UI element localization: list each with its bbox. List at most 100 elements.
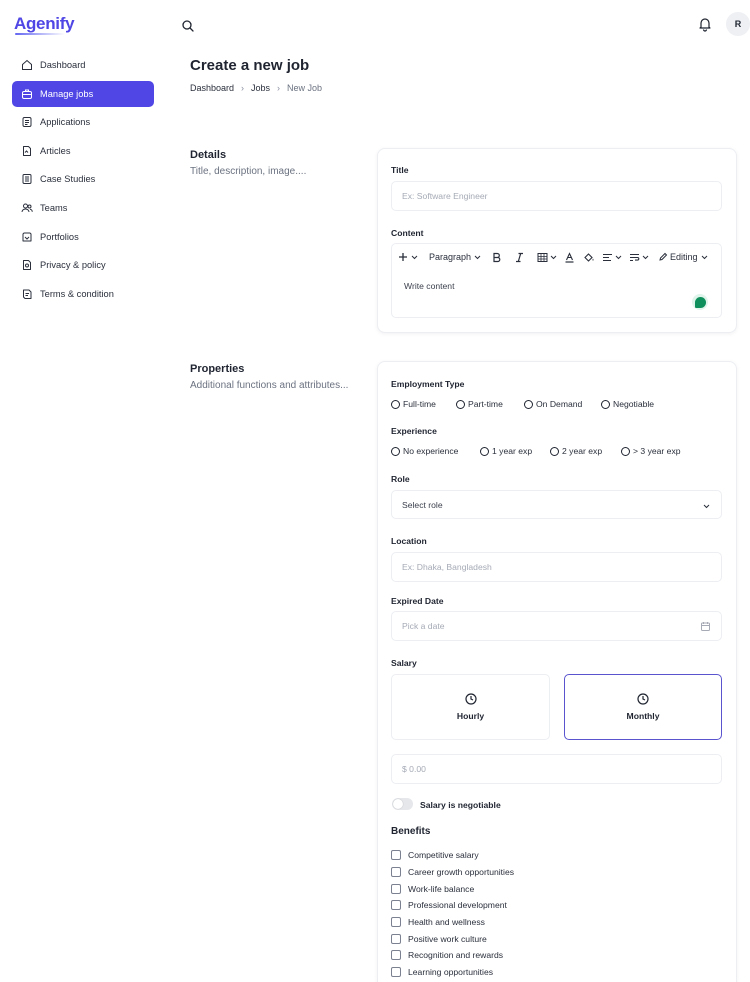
radio-circle-icon <box>621 446 630 456</box>
home-icon <box>22 59 32 70</box>
sidebar-item-applications[interactable]: Applications <box>12 109 154 135</box>
calendar-icon <box>701 622 710 631</box>
toggle-knob <box>393 799 403 809</box>
benefits-heading: Benefits <box>391 826 431 837</box>
radio-no-experience[interactable]: No experience <box>391 446 458 456</box>
chat-bubble-icon[interactable] <box>692 294 708 310</box>
plus-icon <box>399 253 407 261</box>
title-input[interactable]: Ex: Software Engineer <box>391 181 722 211</box>
salary-hourly-option[interactable]: Hourly <box>391 674 550 740</box>
benefit-checkbox[interactable]: Work-life balance <box>391 880 514 897</box>
role-label: Role <box>391 474 410 484</box>
sidebar-item-label: Teams <box>40 202 68 213</box>
details-subheading: Title, description, image.... <box>190 166 307 177</box>
sidebar-item-teams[interactable]: Teams <box>12 195 154 221</box>
radio-circle-icon <box>391 399 400 409</box>
clock-icon <box>464 693 477 705</box>
checkbox-icon <box>391 950 401 961</box>
chevron-right-icon: › <box>241 83 245 93</box>
align-left-icon <box>603 253 613 261</box>
search-icon[interactable] <box>181 19 195 33</box>
breadcrumb-dashboard[interactable]: Dashboard <box>190 83 234 93</box>
editor-toolbar: Paragraph Editing <box>398 250 709 264</box>
benefit-checkbox[interactable]: Positive work culture <box>391 930 514 947</box>
paragraph-select[interactable]: Paragraph <box>429 252 482 262</box>
radio-1-year[interactable]: 1 year exp <box>480 446 532 456</box>
radio-label: On Demand <box>536 399 583 409</box>
benefit-checkbox[interactable]: Learning opportunities <box>391 964 514 981</box>
bold-button[interactable] <box>491 252 502 263</box>
checkbox-icon <box>391 967 401 978</box>
radio-on-demand[interactable]: On Demand <box>524 399 582 409</box>
paint-bucket-icon <box>584 252 594 262</box>
benefit-label: Career growth opportunities <box>408 867 515 878</box>
location-label: Location <box>391 536 427 546</box>
sidebar-item-terms-condition[interactable]: Terms & condition <box>12 281 154 307</box>
radio-label: Negotiable <box>613 399 655 409</box>
radio-circle-icon <box>550 446 559 456</box>
brand-logo[interactable]: Agenify <box>14 14 75 34</box>
radio-circle-icon <box>480 446 489 456</box>
clock-icon <box>637 693 649 705</box>
radio-3-plus-year[interactable]: > 3 year exp <box>621 446 681 456</box>
editing-label: Editing <box>670 252 698 262</box>
breadcrumb-jobs[interactable]: Jobs <box>251 83 270 93</box>
sidebar-item-manage-jobs[interactable]: Manage jobs <box>12 80 154 107</box>
sidebar-item-privacy-policy[interactable]: Privacy & policy <box>12 252 154 278</box>
checkbox-icon <box>391 900 401 911</box>
sidebar-item-label: Privacy & policy <box>40 260 106 271</box>
properties-subheading: Additional functions and attributes... <box>190 380 349 391</box>
sidebar-item-dashboard[interactable]: Dashboard <box>12 52 154 78</box>
benefit-checkbox[interactable]: Professional development <box>391 897 514 914</box>
checkbox-icon <box>391 867 401 878</box>
salary-option-label: Monthly <box>626 711 660 721</box>
radio-label: Full-time <box>403 399 436 409</box>
align-button[interactable] <box>602 252 623 263</box>
benefit-label: Professional development <box>408 900 507 911</box>
wrap-button[interactable] <box>629 252 650 263</box>
insert-button[interactable] <box>398 252 419 262</box>
highlight-button[interactable] <box>583 252 595 263</box>
table-button[interactable] <box>537 252 558 263</box>
checkbox-icon <box>391 850 401 861</box>
sidebar-item-articles[interactable]: Articles <box>12 138 154 164</box>
sidebar-item-case-studies[interactable]: Case Studies <box>12 166 154 192</box>
chevron-down-icon <box>701 255 707 259</box>
editing-mode-button[interactable]: Editing <box>658 252 709 262</box>
properties-heading: Properties <box>190 363 245 375</box>
sidebar-item-portfolios[interactable]: Portfolios <box>12 224 154 250</box>
role-select[interactable]: Select role <box>391 490 722 519</box>
salary-amount-input[interactable]: $ 0.00 <box>391 754 722 784</box>
salary-negotiable-label: Salary is negotiable <box>420 800 501 810</box>
editor-placeholder[interactable]: Write content <box>404 281 454 291</box>
salary-monthly-option[interactable]: Monthly <box>564 674 722 740</box>
checkbox-icon <box>391 917 401 928</box>
benefit-checkbox[interactable]: Recognition and rewards <box>391 947 514 964</box>
radio-circle-icon <box>456 399 465 409</box>
radio-full-time[interactable]: Full-time <box>391 399 436 409</box>
benefit-checkbox[interactable]: Career growth opportunities <box>391 864 514 881</box>
radio-negotiable[interactable]: Negotiable <box>601 399 654 409</box>
text-color-button[interactable] <box>564 251 575 263</box>
chevron-down-icon <box>615 255 622 259</box>
radio-part-time[interactable]: Part-time <box>456 399 503 409</box>
location-input[interactable]: Ex: Dhaka, Bangladesh <box>391 552 722 582</box>
benefit-label: Recognition and rewards <box>408 950 504 961</box>
paragraph-label: Paragraph <box>429 252 472 262</box>
details-heading: Details <box>190 149 227 161</box>
sidebar-item-label: Manage jobs <box>40 88 94 99</box>
radio-2-year[interactable]: 2 year exp <box>550 446 602 456</box>
briefcase-icon <box>22 89 32 99</box>
bell-icon[interactable] <box>697 16 713 32</box>
benefit-checkbox[interactable]: Health and wellness <box>391 914 514 931</box>
avatar[interactable]: R <box>726 12 750 36</box>
sidebar: Dashboard Manage jobs Applications Artic… <box>12 52 154 309</box>
page-title: Create a new job <box>190 57 310 74</box>
expired-date-input[interactable]: Pick a date <box>391 611 722 641</box>
italic-button[interactable] <box>514 252 525 263</box>
benefit-checkbox[interactable]: Competitive salary <box>391 847 514 864</box>
radio-label: Part-time <box>468 399 503 409</box>
radio-circle-icon <box>601 399 610 409</box>
salary-negotiable-toggle[interactable] <box>392 798 413 810</box>
chevron-down-icon <box>550 255 557 259</box>
